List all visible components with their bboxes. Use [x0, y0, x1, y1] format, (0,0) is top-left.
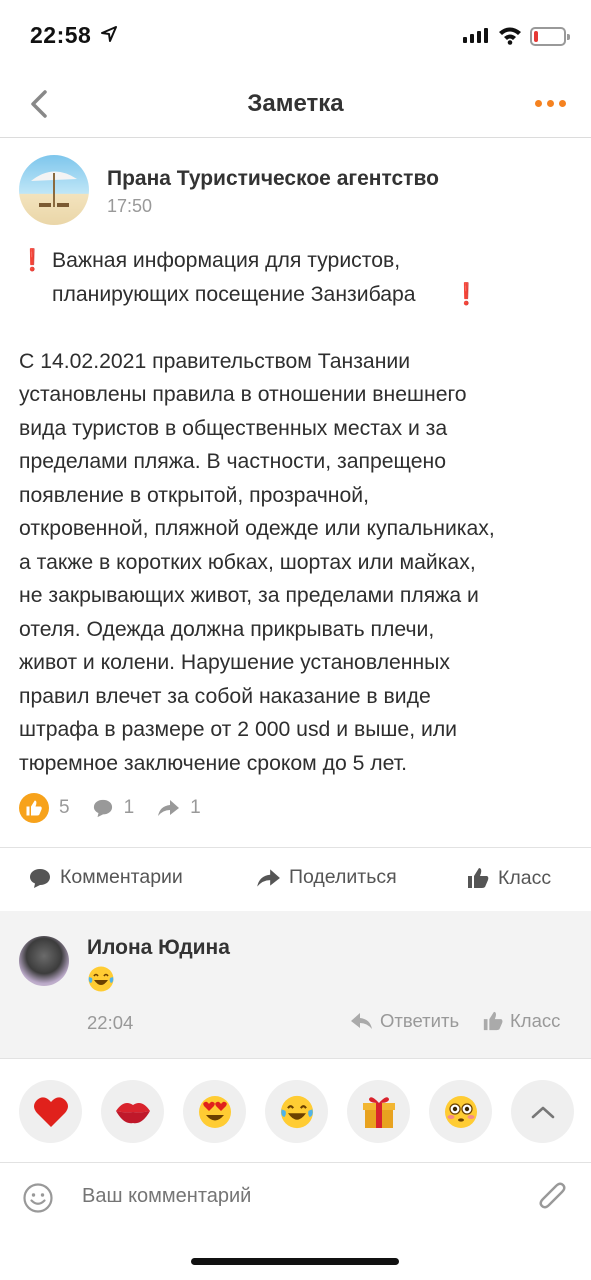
beach-umbrella-icon: [31, 171, 77, 207]
comment-item: Илона Юдина 😂 22:04 Ответить Класс: [0, 911, 591, 1058]
status-bar: 22:58: [0, 0, 591, 70]
comment-input[interactable]: [82, 1185, 502, 1208]
cellular-signal-icon: [463, 28, 488, 43]
reaction-heart-eyes[interactable]: [183, 1080, 246, 1143]
wifi-icon: [499, 27, 521, 45]
share-arrow-icon: [257, 868, 280, 887]
comment-time: 22:04: [87, 1012, 134, 1033]
post-actions: Комментарии Поделиться Класс: [0, 848, 591, 910]
commenter-name[interactable]: Илона Юдина: [87, 936, 230, 960]
divider: [0, 1058, 591, 1059]
battery-icon: [530, 27, 570, 46]
like-icon[interactable]: [19, 793, 49, 823]
comment-klass-button[interactable]: Класс: [482, 1010, 560, 1032]
post-headline: Важная информация для туристов, планирую…: [52, 249, 416, 306]
shares-count: 1: [190, 797, 201, 818]
more-options-icon[interactable]: [535, 100, 566, 107]
comment-klass-label: Класс: [510, 1010, 561, 1031]
chevron-up-icon: [531, 1106, 554, 1118]
heart-eyes-emoji: [198, 1095, 231, 1128]
location-arrow-icon: [101, 26, 117, 42]
reply-arrow-icon: [351, 1013, 372, 1029]
share-arrow-icon: [158, 800, 180, 816]
reply-button-label: Ответить: [380, 1010, 460, 1031]
comment-bubble-icon: [30, 868, 50, 888]
klass-button-label: Класс: [498, 866, 552, 889]
smiley-icon[interactable]: [22, 1182, 54, 1214]
gift-icon: [362, 1096, 395, 1128]
reply-button[interactable]: Ответить: [350, 1010, 459, 1032]
kiss-lips-icon: [115, 1102, 150, 1123]
post-headline-block: ❗ Важная информация для туристов, планир…: [19, 244, 579, 311]
expand-reactions-button[interactable]: [511, 1080, 574, 1143]
reaction-gift[interactable]: [347, 1080, 410, 1143]
share-button[interactable]: Поделиться: [255, 866, 397, 889]
reaction-kiss[interactable]: [101, 1080, 164, 1143]
nav-bar: Заметка: [0, 70, 591, 138]
reaction-heart[interactable]: [19, 1080, 82, 1143]
status-time: 22:58: [30, 22, 92, 48]
post-body: С 14.02.2021 правительством Танзании уст…: [19, 349, 495, 775]
share-button-label: Поделиться: [289, 866, 397, 888]
comments-count: 1: [123, 797, 135, 818]
post-time: 17:50: [107, 196, 153, 216]
post-text: ❗ Важная информация для туристов, планир…: [19, 244, 579, 780]
comments-button[interactable]: Комментарии: [28, 866, 183, 889]
page-title: Заметка: [247, 90, 344, 117]
group-name[interactable]: Прана Туристическое агентство: [107, 167, 439, 191]
comment-bubble-icon: [93, 799, 112, 818]
heart-icon: [33, 1096, 68, 1127]
home-indicator: [191, 1258, 399, 1265]
reaction-laughing[interactable]: [265, 1080, 328, 1143]
flushed-face-emoji: [444, 1095, 477, 1128]
paperclip-icon[interactable]: [537, 1179, 569, 1215]
comment-input-bar: [0, 1162, 591, 1232]
post-stats: 5 1 1: [19, 792, 223, 824]
klass-button[interactable]: Класс: [466, 866, 551, 890]
reaction-flushed[interactable]: [429, 1080, 492, 1143]
exclamation-icon: ❗: [19, 249, 46, 272]
laughing-tears-emoji: [280, 1095, 313, 1128]
likes-count: 5: [59, 797, 70, 818]
laughing-tears-emoji: [88, 966, 114, 992]
group-avatar[interactable]: [19, 155, 89, 225]
thumbs-up-icon: [468, 868, 489, 888]
commenter-avatar[interactable]: [19, 936, 69, 986]
thumbs-up-icon: [483, 1011, 503, 1031]
quick-reactions: [19, 1080, 574, 1144]
comments-button-label: Комментарии: [60, 866, 183, 888]
exclamation-icon-end: ❗: [453, 282, 480, 306]
